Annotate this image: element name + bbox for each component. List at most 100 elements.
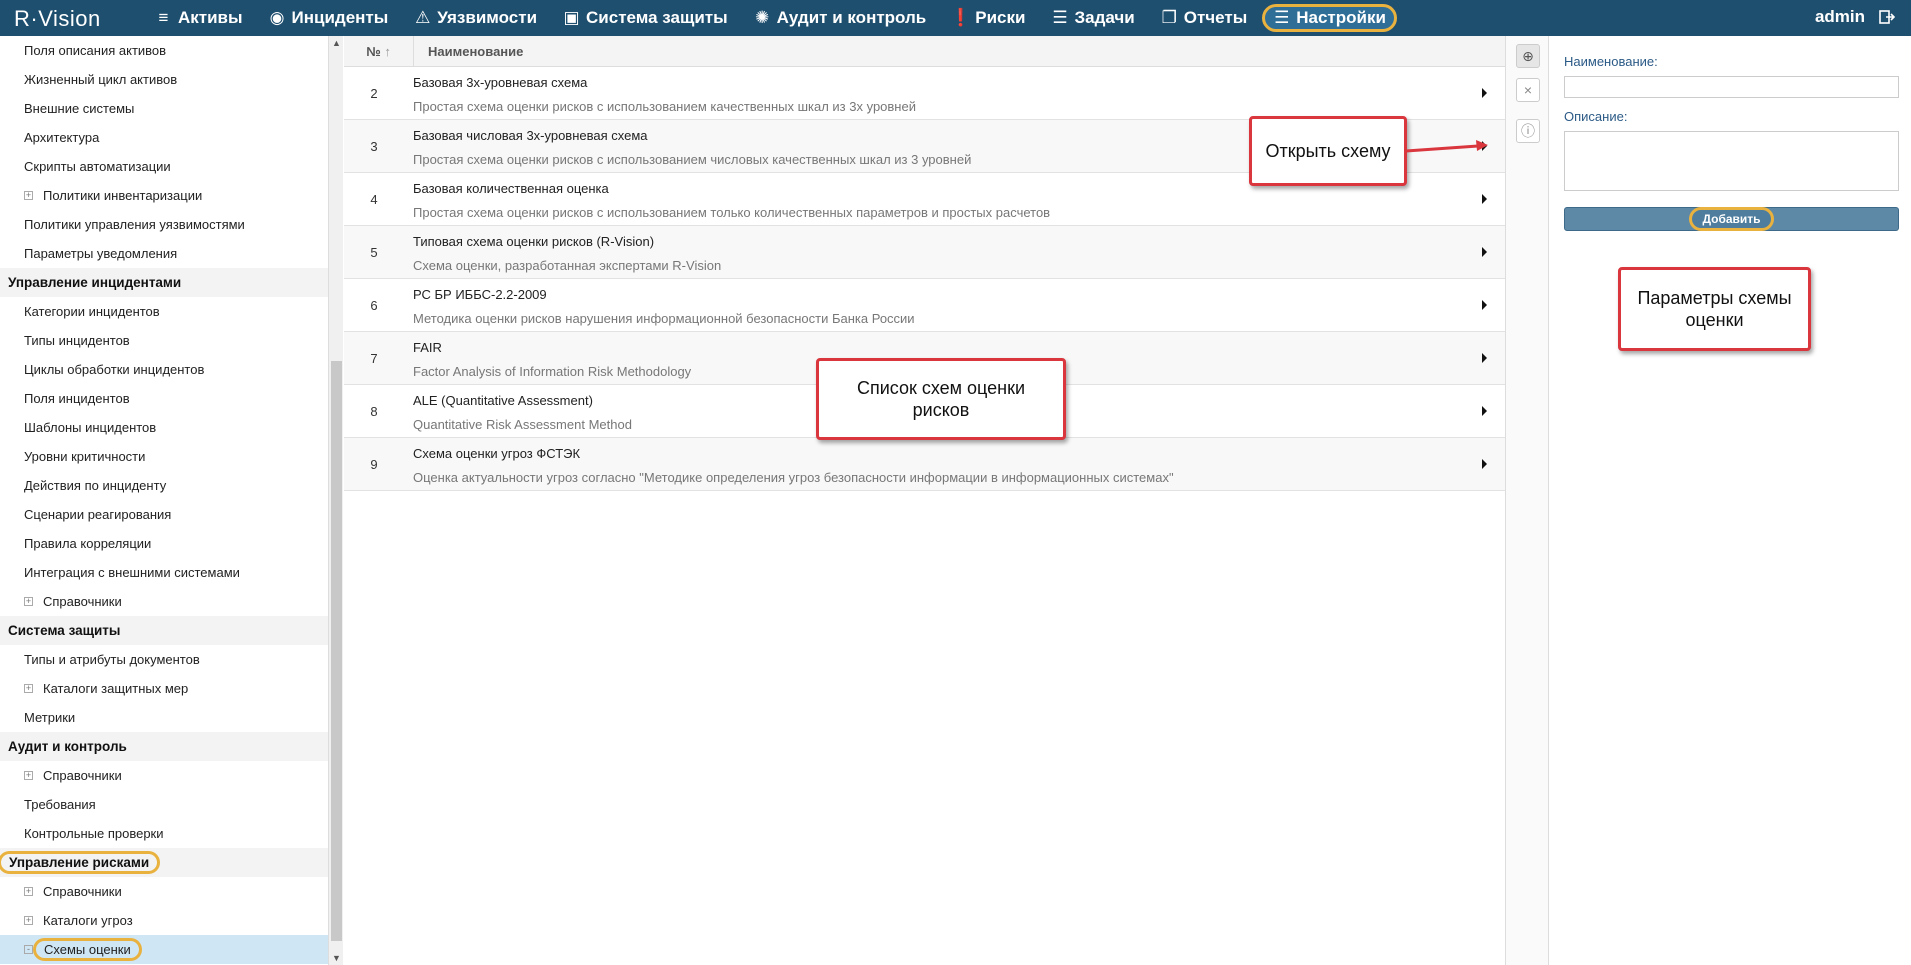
top-navigation-bar: R·Vision ≡ Активы ◉ Инциденты ⚠ Уязвимости ▣ Си… bbox=[0, 0, 1911, 36]
table-row[interactable]: 5 Типовая схема оценки рисков (R-Vision) С… bbox=[344, 226, 1505, 279]
windows-icon: ▣ bbox=[563, 8, 580, 27]
sidebar-item[interactable]: + Справочники bbox=[0, 877, 328, 906]
sidebar-item[interactable]: Скрипты автоматизации bbox=[0, 152, 328, 181]
sidebar-item[interactable]: Требования bbox=[0, 790, 328, 819]
callout-arrow-icon bbox=[1405, 140, 1488, 153]
sidebar-item[interactable]: Архитектура bbox=[0, 123, 328, 152]
scheme-title: ALE (Quantitative Assessment) bbox=[413, 393, 593, 408]
table-row[interactable]: 2 Базовая 3х-уровневая схема Простая схема… bbox=[344, 67, 1505, 120]
nav-item-3[interactable]: ▣ Система защиты bbox=[550, 0, 741, 36]
nav-item-4[interactable]: ✺ Аудит и контроль bbox=[741, 0, 940, 36]
rvision-logo[interactable]: R·Vision bbox=[14, 6, 101, 32]
logo-text: R·Vision bbox=[14, 6, 101, 31]
sidebar-item[interactable]: Параметры уведомления bbox=[0, 239, 328, 268]
expand-icon[interactable]: + bbox=[24, 916, 33, 925]
logout-icon[interactable] bbox=[1879, 9, 1895, 25]
exclamation-icon: ❗ bbox=[950, 8, 972, 27]
user-menu[interactable]: admin bbox=[1815, 7, 1895, 27]
sidebar-item[interactable]: Правила корреляции bbox=[0, 529, 328, 558]
sidebar-item[interactable]: + Каталоги защитных мер bbox=[0, 674, 328, 703]
sidebar-item[interactable]: Интеграция с внешними системами bbox=[0, 558, 328, 587]
sidebar-item[interactable]: + Политики инвентаризации bbox=[0, 181, 328, 210]
expand-icon[interactable]: + bbox=[24, 771, 33, 780]
open-scheme-arrow-icon[interactable] bbox=[1482, 194, 1487, 204]
scheme-parameters-form: Наименование: Описание: Добавить bbox=[1550, 36, 1911, 965]
nav-item-2[interactable]: ⚠ Уязвимости bbox=[401, 0, 550, 36]
delete-icon[interactable]: × bbox=[1516, 78, 1540, 102]
nav-item-label: Настройки bbox=[1296, 8, 1386, 27]
sidebar-label: Категории инцидентов bbox=[24, 304, 160, 319]
column-header-name[interactable]: Наименование bbox=[414, 44, 523, 59]
sidebar-label: Политики инвентаризации bbox=[43, 188, 203, 203]
description-label: Описание: bbox=[1564, 109, 1628, 124]
nav-item-1[interactable]: ◉ Инциденты bbox=[256, 0, 402, 36]
open-scheme-arrow-icon[interactable] bbox=[1482, 459, 1487, 469]
open-scheme-arrow-icon[interactable] bbox=[1482, 300, 1487, 310]
name-input[interactable] bbox=[1564, 76, 1899, 98]
nav-item-5[interactable]: ❗ Риски bbox=[939, 0, 1038, 36]
sidebar-item[interactable]: Шаблоны инцидентов bbox=[0, 413, 328, 442]
sidebar-item[interactable]: Внешние системы bbox=[0, 94, 328, 123]
row-number: 7 bbox=[370, 351, 378, 366]
sidebar-item[interactable]: Типы и атрибуты документов bbox=[0, 645, 328, 674]
sidebar-item[interactable]: Уровни критичности bbox=[0, 442, 328, 471]
scroll-up-icon[interactable]: ▲ bbox=[332, 38, 341, 48]
sidebar-item[interactable]: Действия по инциденту bbox=[0, 471, 328, 500]
open-scheme-arrow-icon[interactable] bbox=[1482, 88, 1487, 98]
scheme-description: Factor Analysis of Information Risk Meth… bbox=[413, 364, 692, 379]
nav-item-6[interactable]: ☰ Задачи bbox=[1038, 0, 1147, 36]
add-icon[interactable]: ⊕ bbox=[1516, 44, 1540, 68]
sidebar-item[interactable]: Категории инцидентов bbox=[0, 297, 328, 326]
sidebar-item[interactable]: Поля описания активов bbox=[0, 36, 328, 65]
sidebar-item[interactable]: + Справочники bbox=[0, 761, 328, 790]
nav-item-8[interactable]: ☰ Настройки bbox=[1260, 0, 1399, 36]
sidebar-section: Система защиты bbox=[0, 616, 328, 645]
sidebar-label: Поля описания активов bbox=[24, 43, 167, 58]
scheme-description: Quantitative Risk Assessment Method bbox=[413, 417, 632, 432]
column-header-number[interactable]: № ↑ bbox=[344, 35, 414, 67]
table-row[interactable]: 6 РС БР ИББС-2.2-2009 Методика оценки риск… bbox=[344, 279, 1505, 332]
sidebar-item[interactable]: Жизненный цикл активов bbox=[0, 65, 328, 94]
scheme-description: Простая схема оценки рисков с использова… bbox=[413, 205, 1051, 220]
sidebar-item[interactable]: - Схемы оценки bbox=[0, 935, 328, 964]
scheme-description: Схема оценки, разработанная экспертами R… bbox=[413, 258, 722, 273]
expand-icon[interactable]: + bbox=[24, 887, 33, 896]
sidebar-item[interactable]: Типы инцидентов bbox=[0, 326, 328, 355]
nav-item-0[interactable]: ≡ Активы bbox=[142, 0, 256, 36]
info-icon[interactable]: ⓘ bbox=[1516, 119, 1540, 143]
open-scheme-arrow-icon[interactable] bbox=[1482, 247, 1487, 257]
toolbar: ⊕ × ⓘ bbox=[1506, 36, 1549, 965]
collapse-icon[interactable]: - bbox=[24, 945, 33, 954]
expand-icon[interactable]: + bbox=[24, 597, 33, 606]
row-number: 8 bbox=[370, 404, 378, 419]
scheme-title: Типовая схема оценки рисков (R-Vision) bbox=[413, 234, 655, 249]
sidebar-label: Уровни критичности bbox=[24, 449, 146, 464]
open-scheme-arrow-icon[interactable] bbox=[1482, 406, 1487, 416]
cycle-icon: ✺ bbox=[755, 8, 770, 27]
sidebar-item[interactable]: Метрики bbox=[0, 703, 328, 732]
sidebar-item[interactable]: Политики управления уязвимостями bbox=[0, 210, 328, 239]
warning-icon: ⚠ bbox=[415, 8, 431, 27]
sidebar-item[interactable]: + Каталоги угроз bbox=[0, 906, 328, 935]
sidebar-item[interactable]: + Справочники bbox=[0, 587, 328, 616]
sidebar-item[interactable]: Контрольные проверки bbox=[0, 819, 328, 848]
scrollbar-thumb[interactable] bbox=[331, 361, 342, 941]
expand-icon[interactable]: + bbox=[24, 684, 33, 693]
nav-item-7[interactable]: ❐ Отчеты bbox=[1148, 0, 1261, 36]
expand-icon[interactable]: + bbox=[24, 191, 33, 200]
open-scheme-arrow-icon[interactable] bbox=[1482, 353, 1487, 363]
add-button[interactable]: Добавить bbox=[1564, 207, 1899, 231]
name-label: Наименование: bbox=[1564, 54, 1658, 69]
sidebar-label: Политики управления уязвимостями bbox=[24, 217, 245, 232]
sidebar-item[interactable]: Поля инцидентов bbox=[0, 384, 328, 413]
sidebar-scrollbar[interactable]: ▲ ▼ bbox=[328, 36, 343, 965]
scroll-down-icon[interactable]: ▼ bbox=[332, 953, 341, 963]
description-input[interactable] bbox=[1564, 131, 1899, 191]
scheme-title: Базовая количественная оценка bbox=[413, 181, 609, 196]
sidebar-item[interactable]: Циклы обработки инцидентов bbox=[0, 355, 328, 384]
sidebar-section: Управление рисками bbox=[0, 848, 328, 877]
table-row[interactable]: 9 Схема оценки угроз ФСТЭК Оценка актуальн… bbox=[344, 438, 1505, 491]
sidebar-label: Скрипты автоматизации bbox=[24, 159, 171, 174]
sidebar-label: Справочники bbox=[43, 884, 122, 899]
sidebar-item[interactable]: Сценарии реагирования bbox=[0, 500, 328, 529]
